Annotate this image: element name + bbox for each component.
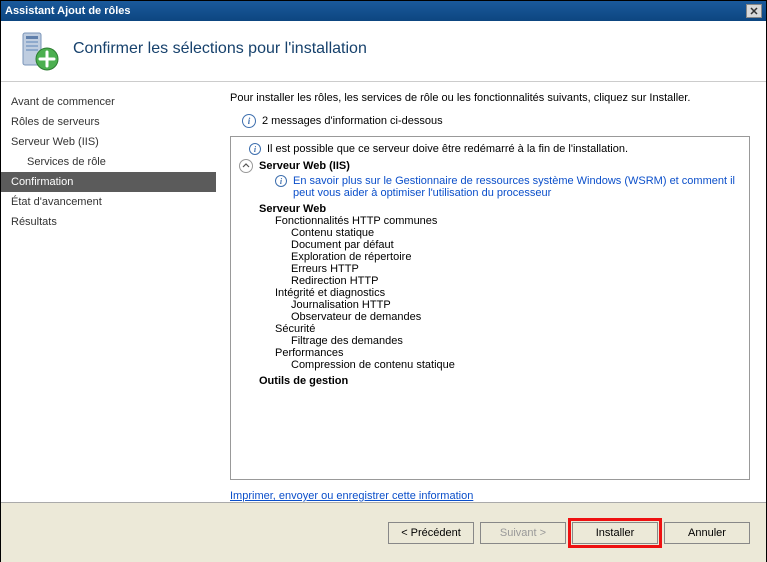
tree-node: Filtrage des demandes <box>239 335 743 347</box>
restart-warning-row: i Il est possible que ce serveur doive ê… <box>239 143 743 155</box>
sidebar: Avant de commencerRôles de serveursServe… <box>1 82 216 502</box>
sidebar-item-4[interactable]: Confirmation <box>1 172 216 192</box>
next-button: Suivant > <box>480 522 566 544</box>
sidebar-item-5[interactable]: État d'avancement <box>1 192 216 212</box>
title-text: Assistant Ajout de rôles <box>5 5 131 17</box>
tree-node: Observateur de demandes <box>239 311 743 323</box>
wizard-icon <box>17 29 57 69</box>
wsrm-link-row: i En savoir plus sur le Gestionnaire de … <box>239 175 743 199</box>
tree-node: Erreurs HTTP <box>239 263 743 275</box>
wsrm-link[interactable]: En savoir plus sur le Gestionnaire de re… <box>293 175 743 199</box>
tree-node: Contenu statique <box>239 227 743 239</box>
messages-info-text: 2 messages d'information ci-dessous <box>262 115 443 127</box>
info-icon: i <box>249 143 261 155</box>
page-header: Confirmer les sélections pour l'installa… <box>1 21 766 82</box>
restart-warning-text: Il est possible que ce serveur doive êtr… <box>267 143 628 155</box>
tree-node: Fonctionnalités HTTP communes <box>239 215 743 227</box>
previous-button[interactable]: < Précédent <box>388 522 474 544</box>
messages-info-row: i 2 messages d'information ci-dessous <box>230 114 750 128</box>
sidebar-item-2[interactable]: Serveur Web (IIS) <box>1 132 216 152</box>
sidebar-item-6[interactable]: Résultats <box>1 212 216 232</box>
sidebar-item-3[interactable]: Services de rôle <box>1 152 216 172</box>
section-header[interactable]: Serveur Web (IIS) <box>239 159 743 173</box>
feature-tree: Serveur WebFonctionnalités HTTP communes… <box>239 203 743 387</box>
section-title: Serveur Web (IIS) <box>259 160 350 172</box>
button-row: < Précédent Suivant > Installer Annuler <box>1 502 766 562</box>
info-icon: i <box>242 114 256 128</box>
print-save-link[interactable]: Imprimer, envoyer ou enregistrer cette i… <box>230 490 750 502</box>
install-button[interactable]: Installer <box>572 522 658 544</box>
tree-node: Serveur Web <box>239 203 743 215</box>
tree-node: Document par défaut <box>239 239 743 251</box>
cancel-button[interactable]: Annuler <box>664 522 750 544</box>
content-area: Pour installer les rôles, les services d… <box>216 82 766 502</box>
tree-node: Intégrité et diagnostics <box>239 287 743 299</box>
sidebar-item-1[interactable]: Rôles de serveurs <box>1 112 216 132</box>
instruction-text: Pour installer les rôles, les services d… <box>230 92 750 104</box>
tree-node: Outils de gestion <box>239 375 743 387</box>
tree-node: Compression de contenu statique <box>239 359 743 371</box>
tree-node: Journalisation HTTP <box>239 299 743 311</box>
tree-node: Sécurité <box>239 323 743 335</box>
close-icon <box>750 7 758 15</box>
info-icon: i <box>275 175 287 187</box>
confirmation-list[interactable]: i Il est possible que ce serveur doive ê… <box>230 136 750 480</box>
page-title: Confirmer les sélections pour l'installa… <box>73 40 367 58</box>
tree-node: Redirection HTTP <box>239 275 743 287</box>
chevron-up-icon[interactable] <box>239 159 253 173</box>
close-button[interactable] <box>746 4 762 18</box>
title-bar: Assistant Ajout de rôles <box>1 1 766 21</box>
sidebar-item-0[interactable]: Avant de commencer <box>1 92 216 112</box>
tree-node: Exploration de répertoire <box>239 251 743 263</box>
tree-node: Performances <box>239 347 743 359</box>
